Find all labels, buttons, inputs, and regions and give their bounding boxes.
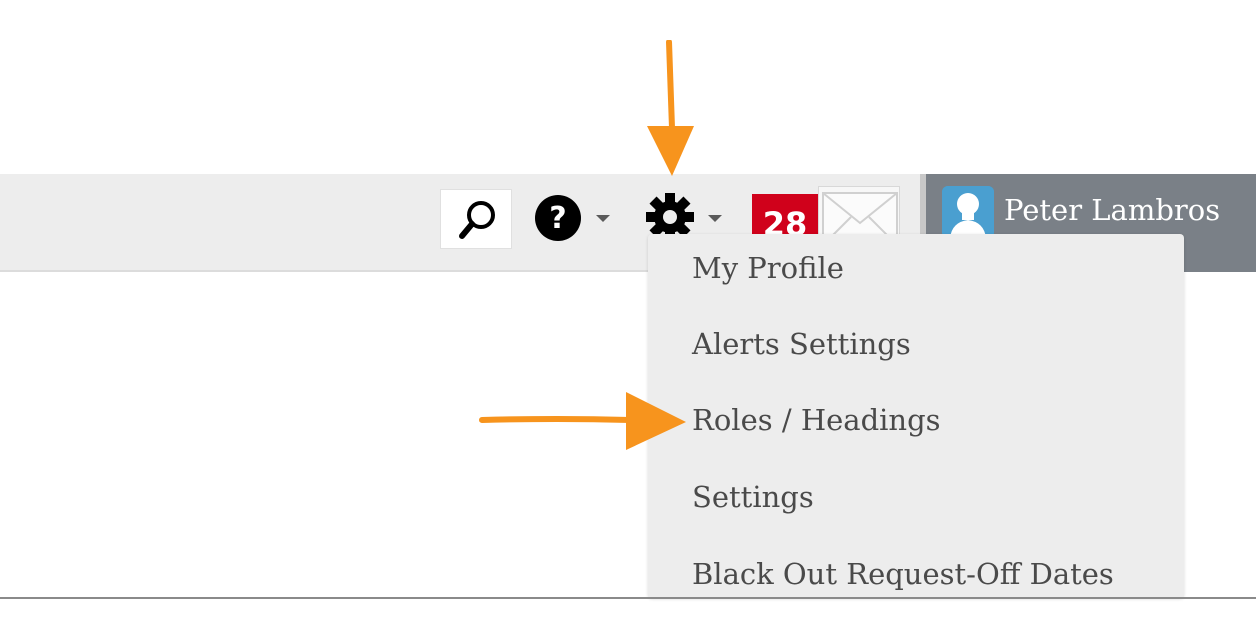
menu-item-roles-headings[interactable]: Roles / Headings [692, 398, 941, 442]
search-button[interactable] [440, 189, 512, 249]
svg-text:?: ? [549, 201, 566, 236]
user-name[interactable]: Peter Lambros [1004, 190, 1220, 230]
user-silhouette-icon [942, 186, 994, 238]
search-icon [459, 201, 495, 239]
menu-item-settings[interactable]: Settings [692, 475, 814, 519]
divider [0, 597, 1256, 599]
annotation-arrow-right [479, 392, 686, 450]
annotation-arrow-down [647, 40, 694, 176]
menu-item-black-out-request-off-dates[interactable]: Black Out Request-Off Dates [692, 552, 1114, 596]
help-icon: ? [535, 195, 610, 241]
help-menu-button[interactable]: ? [534, 194, 618, 242]
settings-dropdown-menu: My Profile Alerts Settings Roles / Headi… [648, 234, 1184, 598]
menu-item-my-profile[interactable]: My Profile [692, 246, 844, 290]
avatar[interactable] [942, 186, 994, 238]
menu-item-alerts-settings[interactable]: Alerts Settings [692, 322, 911, 366]
